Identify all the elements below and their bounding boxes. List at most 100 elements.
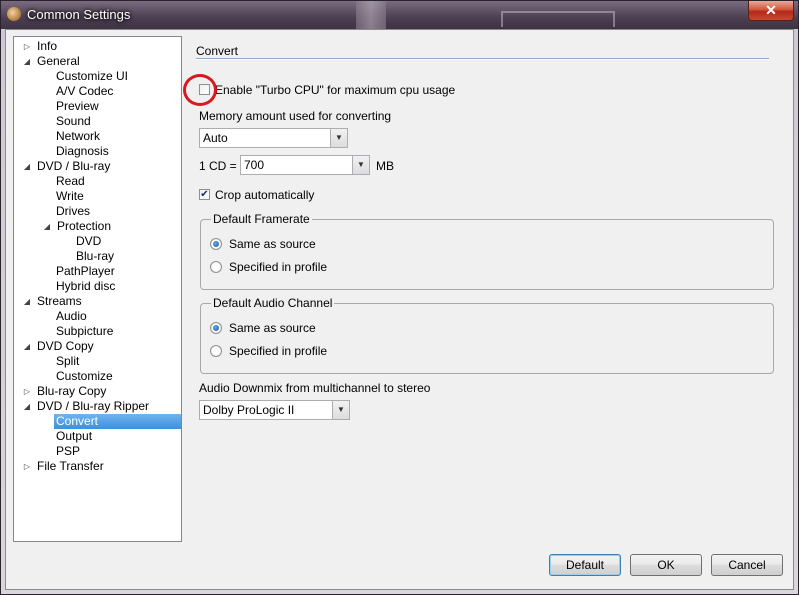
tree-item[interactable]: Split (54, 354, 81, 369)
framerate-specified-in-profile-radio[interactable] (210, 261, 222, 273)
tree-item-label: Blu-ray (76, 249, 115, 263)
tree-item[interactable]: A/V Codec (54, 84, 115, 99)
tree-item-label: Sound (56, 114, 91, 128)
tree-item[interactable]: PathPlayer (54, 264, 117, 279)
tree-item-label: Subpicture (56, 324, 114, 338)
tree-item-label: DVD (76, 234, 102, 248)
tree-collapse-icon[interactable]: ◢ (42, 219, 52, 234)
tree-item[interactable]: Blu-ray (74, 249, 116, 264)
tree-item-label: PSP (56, 444, 81, 458)
tree-item[interactable]: ◢ DVD Copy (22, 339, 96, 354)
tree-expand-icon[interactable]: ▷ (22, 459, 32, 474)
chevron-down-icon[interactable]: ▼ (330, 129, 347, 147)
tree-item[interactable]: ▷ File Transfer (22, 459, 106, 474)
cd-size-unit: MB (376, 159, 394, 173)
tree-expand-icon[interactable]: ▷ (22, 384, 32, 399)
cancel-button[interactable]: Cancel (711, 554, 783, 576)
audio-same-as-source-label[interactable]: Same as source (229, 321, 316, 335)
tree-item[interactable]: Subpicture (54, 324, 115, 339)
tree-item-label: Streams (37, 294, 82, 308)
memory-dropdown[interactable]: Auto ▼ (199, 128, 348, 148)
tree-item-label: Diagnosis (56, 144, 109, 158)
tree-item-label: Drives (56, 204, 91, 218)
tree-item-label: Network (56, 129, 101, 143)
tree-item-label: Hybrid disc (56, 279, 116, 293)
tree-item[interactable]: Audio (54, 309, 89, 324)
audio-same-as-source-radio[interactable] (210, 322, 222, 334)
section-divider (196, 58, 769, 60)
tree-item[interactable]: Diagnosis (54, 144, 111, 159)
tree-item[interactable]: DVD (74, 234, 103, 249)
chevron-down-icon[interactable]: ▼ (352, 156, 369, 174)
default-audio-channel-legend: Default Audio Channel (211, 296, 335, 310)
cd-size-value: 700 (244, 158, 265, 172)
tree-item[interactable]: ▷ Blu-ray Copy (22, 384, 108, 399)
memory-dropdown-value: Auto (203, 131, 228, 145)
framerate-specified-in-profile-label[interactable]: Specified in profile (229, 260, 327, 274)
cd-size-dropdown[interactable]: 700 ▼ (240, 155, 370, 175)
crop-automatically-label[interactable]: Crop automatically (215, 188, 314, 202)
tree-item-label: Customize UI (56, 69, 129, 83)
turbo-cpu-label[interactable]: Enable "Turbo CPU" for maximum cpu usage (215, 83, 455, 97)
framerate-same-as-source-label[interactable]: Same as source (229, 237, 316, 251)
tree-item-label: Blu-ray Copy (37, 384, 107, 398)
tree-item-label: A/V Codec (56, 84, 114, 98)
section-title: Convert (196, 44, 239, 58)
framerate-same-as-source-radio[interactable] (210, 238, 222, 250)
tree-item-label: DVD / Blu-ray Ripper (37, 399, 150, 413)
tree-collapse-icon[interactable]: ◢ (22, 159, 32, 174)
tree-item[interactable]: ▷ Info (22, 39, 59, 54)
close-button[interactable]: ✕ (748, 1, 794, 21)
tree-item[interactable]: Drives (54, 204, 92, 219)
memory-label: Memory amount used for converting (199, 109, 392, 123)
tree-item[interactable]: Customize UI (54, 69, 130, 84)
tree-item[interactable]: Network (54, 129, 102, 144)
crop-automatically-checkbox[interactable]: ✔ (199, 189, 210, 200)
audio-downmix-value: Dolby ProLogic II (203, 403, 295, 417)
tree-item[interactable]: Preview (54, 99, 101, 114)
tree-item[interactable]: ◢ DVD / Blu-ray Ripper (22, 399, 151, 414)
tree-item[interactable]: ◢ Protection (42, 219, 113, 234)
tree-item-label: Output (56, 429, 93, 443)
tree-collapse-icon[interactable]: ◢ (22, 399, 32, 414)
app-icon (7, 7, 21, 21)
tree-item-label: DVD Copy (37, 339, 94, 353)
default-framerate-legend: Default Framerate (211, 212, 312, 226)
tree-item-label: General (37, 54, 80, 68)
tree-item-label: Protection (57, 219, 112, 233)
tree-item[interactable]: Output (54, 429, 94, 444)
tree-item[interactable]: ◢ DVD / Blu-ray (22, 159, 112, 174)
audio-specified-in-profile-radio[interactable] (210, 345, 222, 357)
default-button[interactable]: Default (549, 554, 621, 576)
tree-item[interactable]: PSP (54, 444, 82, 459)
tree-item-label: Read (56, 174, 85, 188)
dialog-client-area: ▷ Info ◢ General Customize UI A/V Codec Previe… (5, 29, 794, 590)
tree-item[interactable]: Convert (54, 414, 181, 429)
tree-item[interactable]: ◢ Streams (22, 294, 84, 309)
tree-item-label: Customize (56, 369, 113, 383)
titlebar-background-decoration (501, 11, 615, 27)
tree-collapse-icon[interactable]: ◢ (22, 294, 32, 309)
title-bar[interactable]: Common Settings ✕ (1, 1, 798, 29)
tree-item[interactable]: Hybrid disc (54, 279, 117, 294)
turbo-cpu-checkbox[interactable] (199, 84, 210, 95)
tree-item[interactable]: Write (54, 189, 86, 204)
tree-item-label: File Transfer (37, 459, 104, 473)
audio-downmix-dropdown[interactable]: Dolby ProLogic II ▼ (199, 400, 350, 420)
tree-item[interactable]: Customize (54, 369, 115, 384)
chevron-down-icon[interactable]: ▼ (332, 401, 349, 419)
tree-item[interactable]: Read (54, 174, 87, 189)
tree-expand-icon[interactable]: ▷ (22, 39, 32, 54)
titlebar-background-decoration (356, 1, 386, 29)
default-audio-channel-group (200, 303, 774, 374)
tree-collapse-icon[interactable]: ◢ (22, 339, 32, 354)
ok-button[interactable]: OK (630, 554, 702, 576)
tree-item-label: Split (56, 354, 80, 368)
tree-item-label: Write (56, 189, 84, 203)
settings-tree[interactable]: ▷ Info ◢ General Customize UI A/V Codec Previe… (13, 36, 182, 542)
tree-item[interactable]: ◢ General (22, 54, 82, 69)
tree-collapse-icon[interactable]: ◢ (22, 54, 32, 69)
cd-size-label: 1 CD = (199, 159, 237, 173)
audio-specified-in-profile-label[interactable]: Specified in profile (229, 344, 327, 358)
tree-item[interactable]: Sound (54, 114, 93, 129)
